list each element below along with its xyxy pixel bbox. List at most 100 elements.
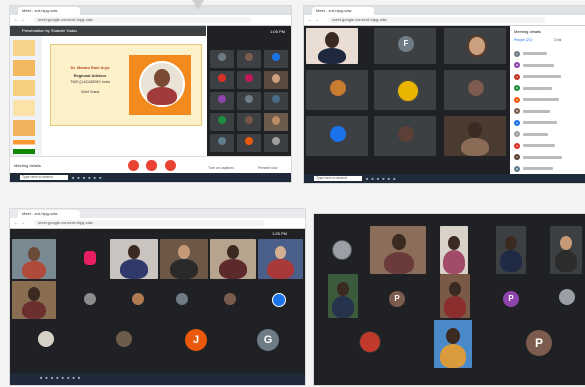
thumb-3[interactable] <box>13 80 35 96</box>
participant-list-item[interactable]: S <box>514 94 583 106</box>
participant-tile <box>306 70 368 110</box>
participant-video <box>258 239 303 279</box>
people-panel: Meeting details People (21) Chat FMJDSRA… <box>510 26 585 183</box>
participant-tile <box>264 71 288 89</box>
participant-avatar-icon: K <box>514 142 520 149</box>
taskbar-search[interactable]: Type here to search <box>314 176 362 181</box>
participant-tile <box>210 92 234 110</box>
nav-arrows-icon[interactable]: ← → <box>14 220 25 226</box>
participant-tile <box>444 28 506 64</box>
participant-list-item[interactable]: V <box>514 152 583 164</box>
camera-off-button[interactable] <box>165 160 176 171</box>
slide-text: Dr. Mamta Rani Arya Regional Advisor TWO… <box>59 65 121 94</box>
participant-video <box>496 226 526 274</box>
panel-title: Meeting details <box>514 29 541 34</box>
participant-name-placeholder <box>523 63 554 67</box>
participant-video <box>440 274 470 318</box>
url-field[interactable]: meet.google.com/zrd-hipg-vdw <box>34 17 251 23</box>
participant-list-item[interactable]: P <box>514 129 583 141</box>
nav-arrows-icon[interactable]: ← → <box>14 17 25 23</box>
slide-org: TWO (I) ACADEMY, India <box>70 80 110 84</box>
thumb-5[interactable] <box>13 120 35 136</box>
screenshot-grid-view: Meet - zrd-hipg-vdw ← → meet.google.com/… <box>10 209 305 385</box>
participant-tile <box>264 113 288 131</box>
address-bar: ← → meet.google.com/zrd-hipg-vdw <box>10 15 291 26</box>
nav-arrows-icon[interactable]: ← → <box>308 17 319 23</box>
windows-taskbar: Type here to search ■■■■■■ <box>10 173 291 182</box>
browser-tab[interactable]: Meet - zrd-hipg-vdw <box>312 7 374 15</box>
meeting-details-link[interactable]: Meeting details <box>14 163 41 168</box>
participant-video <box>306 28 358 64</box>
participant-tile: G <box>246 321 290 361</box>
browser-tab[interactable]: Meet - zrd-hipg-vdw <box>18 7 80 15</box>
participant-video <box>12 239 56 279</box>
thumb-2[interactable] <box>13 60 35 76</box>
participant-name-placeholder <box>523 132 548 136</box>
participant-tile <box>237 71 261 89</box>
participant-video <box>12 281 56 319</box>
participant-tile <box>70 239 110 279</box>
thumb-1[interactable] <box>13 40 35 56</box>
address-bar: ← → meet.google.com/zrd-hipg-vdw <box>304 15 585 26</box>
tab-people[interactable]: People (21) <box>514 38 532 42</box>
speaker-photo <box>139 61 185 107</box>
participant-name-placeholder <box>523 109 550 113</box>
address-bar: ← → meet.google.com/zrd-hipg-vdw <box>10 218 305 229</box>
url-field[interactable]: meet.google.com/zrd-hipg-vdw <box>328 17 545 23</box>
participant-video <box>440 226 468 274</box>
end-call-button[interactable] <box>146 160 157 171</box>
participant-avatar-icon: R <box>514 108 520 115</box>
participant-tile: P <box>524 328 554 358</box>
screenshot-presentation: Meet - zrd-hipg-vdw ← → meet.google.com/… <box>10 6 291 182</box>
participant-name-placeholder <box>523 155 562 159</box>
screenshot-people-panel: Meet - zrd-hipg-vdw ← → meet.google.com/… <box>304 6 585 183</box>
taskbar-apps-icon[interactable]: ■■■■■■■■ <box>40 375 83 380</box>
browser-tab[interactable]: Meet - zrd-hipg-vdw <box>18 210 80 218</box>
participant-list-item[interactable]: R <box>514 106 583 118</box>
slide: Dr. Mamta Rani Arya Regional Advisor TWO… <box>50 44 202 126</box>
participant-list-item[interactable]: M <box>514 60 583 72</box>
participants-grid: 1:05 PM <box>207 26 291 156</box>
participant-tile <box>210 134 234 152</box>
taskbar-apps-icon[interactable]: ■■■■■■ <box>366 176 399 181</box>
participant-list-item[interactable]: A <box>514 117 583 129</box>
participant-video <box>110 239 158 279</box>
participant-avatar-icon: V <box>514 154 520 161</box>
participant-avatar-p: P <box>389 291 405 307</box>
participant-tile <box>162 281 202 319</box>
participant-video <box>370 226 426 274</box>
taskbar-apps-icon[interactable]: ■■■■■■ <box>72 175 105 180</box>
participant-avatar-p: P <box>503 291 519 307</box>
participant-avatar-icon: A <box>514 119 520 126</box>
participant-list-item[interactable]: D <box>514 83 583 95</box>
participant-list-item[interactable]: N <box>514 163 583 175</box>
flag-thumb[interactable] <box>13 140 35 154</box>
captions-button[interactable]: Turn on captions <box>208 166 234 170</box>
browser-chrome: Meet - zrd-hipg-vdw ← → meet.google.com/… <box>10 6 291 26</box>
present-now-button[interactable]: Present now <box>258 166 277 170</box>
participant-avatar-icon: F <box>514 50 520 57</box>
participant-tile <box>237 50 261 68</box>
participant-avatar-j: J <box>185 329 207 351</box>
participant-tile <box>210 281 250 319</box>
tab-bar: Meet - zrd-hipg-vdw <box>304 6 585 15</box>
participant-tile: F <box>374 28 436 64</box>
thumb-4[interactable] <box>13 100 35 116</box>
participant-video <box>434 320 472 368</box>
participant-list-item[interactable]: K <box>514 140 583 152</box>
tab-chat[interactable]: Chat <box>554 38 561 42</box>
participant-name-placeholder <box>523 75 561 79</box>
taskbar-search[interactable]: Type here to search <box>20 175 68 180</box>
participant-list-item[interactable]: F <box>514 48 583 60</box>
participant-tile <box>102 321 146 361</box>
participant-name-placeholder <box>523 86 552 90</box>
participant-list: FMJDSRAPKVNTG <box>514 48 583 183</box>
participant-tile: J <box>174 321 218 361</box>
participant-name-placeholder <box>523 52 547 56</box>
participant-tile <box>354 326 384 356</box>
participant-avatar-icon: M <box>514 62 520 69</box>
url-field[interactable]: meet.google.com/zrd-hipg-vdw <box>34 220 265 226</box>
control-bar: Meeting details Turn on captions Present… <box>10 156 291 174</box>
mic-off-button[interactable] <box>128 160 139 171</box>
participant-list-item[interactable]: J <box>514 71 583 83</box>
